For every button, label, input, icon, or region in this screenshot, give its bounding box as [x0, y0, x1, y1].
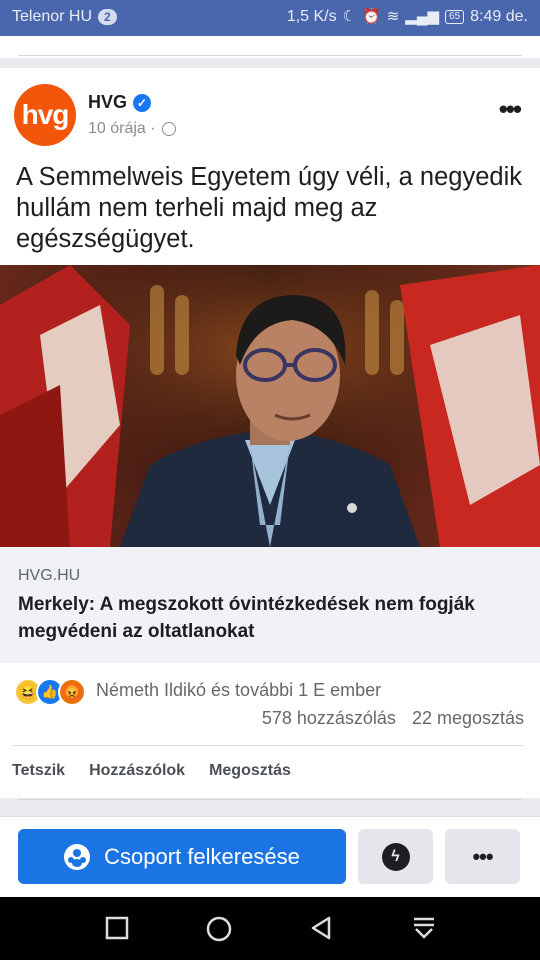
back-icon[interactable]	[308, 915, 334, 941]
status-bar: Telenor HU 2 1,5 K/s ☾ ⏰ ≋ ▂▄▆ 65 8:49 d…	[0, 0, 540, 36]
home-icon[interactable]	[205, 915, 233, 943]
messenger-icon: ϟ	[381, 842, 410, 871]
shares-count[interactable]: 22 megosztás	[412, 708, 524, 729]
link-domain: HVG.HU	[18, 567, 81, 584]
comment-button[interactable]: Hozzászólok	[89, 762, 185, 780]
moon-icon: ☾	[342, 8, 357, 25]
alarm-icon: ⏰	[362, 8, 381, 25]
divider	[18, 799, 522, 800]
comments-count[interactable]: 578 hozzászólás	[262, 708, 396, 729]
politician-photo	[0, 265, 540, 547]
like-button[interactable]: Tetszik	[12, 762, 65, 780]
globe-icon	[161, 122, 176, 136]
page-name-text[interactable]: HVG	[88, 92, 127, 113]
previous-post-edge	[0, 36, 540, 58]
more-button[interactable]: •••	[445, 829, 520, 884]
post-actions: Tetszik Hozzászólok Megosztás	[12, 762, 291, 780]
more-dots-icon: •••	[472, 843, 493, 869]
reaction-icons[interactable]: 😆 👍 😡	[14, 678, 86, 706]
group-icon	[64, 843, 91, 870]
page-avatar[interactable]: hvg	[14, 84, 76, 146]
messenger-button[interactable]: ϟ	[358, 829, 433, 884]
verified-badge-icon: ✓	[133, 93, 152, 112]
reactions-summary[interactable]: Németh Ildikó és további 1 E ember	[96, 680, 381, 701]
engagement-counts: 578 hozzászólás 22 megosztás	[262, 708, 524, 729]
carrier-name: Telenor HU	[12, 8, 93, 25]
network-speed: 1,5 K/s	[286, 8, 337, 25]
signal-icon: ▂▄▆	[405, 8, 440, 25]
page-name[interactable]: HVG ✓	[88, 92, 152, 113]
notification-count-badge: 2	[98, 9, 117, 25]
post-card: hvg HVG ✓ 10 órája · ••• A Semmelweis Eg…	[0, 68, 540, 800]
android-nav-bar	[0, 897, 540, 960]
post-text: A Semmelweis Egyetem úgy véli, a negyedi…	[16, 163, 522, 253]
find-group-button[interactable]: Csoport felkeresése	[18, 829, 346, 884]
group-bottom-bar: Csoport felkeresése ϟ •••	[0, 816, 540, 898]
find-group-label: Csoport felkeresése	[104, 843, 300, 869]
wifi-icon: ≋	[386, 8, 400, 25]
battery-icon: 65	[445, 10, 465, 24]
post-timestamp: 10 órája ·	[88, 120, 176, 138]
clock: 8:49 de.	[470, 8, 528, 25]
recent-apps-icon[interactable]	[104, 915, 130, 941]
angry-reaction-icon: 😡	[58, 678, 86, 706]
notification-pull-icon[interactable]	[411, 915, 437, 941]
timestamp-text[interactable]: 10 órája ·	[88, 120, 156, 138]
divider	[12, 745, 524, 746]
link-title[interactable]: Merkely: A megszokott óvintézkedések nem…	[18, 591, 518, 645]
post-image[interactable]	[0, 265, 540, 547]
more-options-icon[interactable]: •••	[499, 94, 522, 125]
share-button[interactable]: Megosztás	[209, 762, 291, 780]
link-preview[interactable]: HVG.HU Merkely: A megszokott óvintézkedé…	[0, 547, 540, 663]
